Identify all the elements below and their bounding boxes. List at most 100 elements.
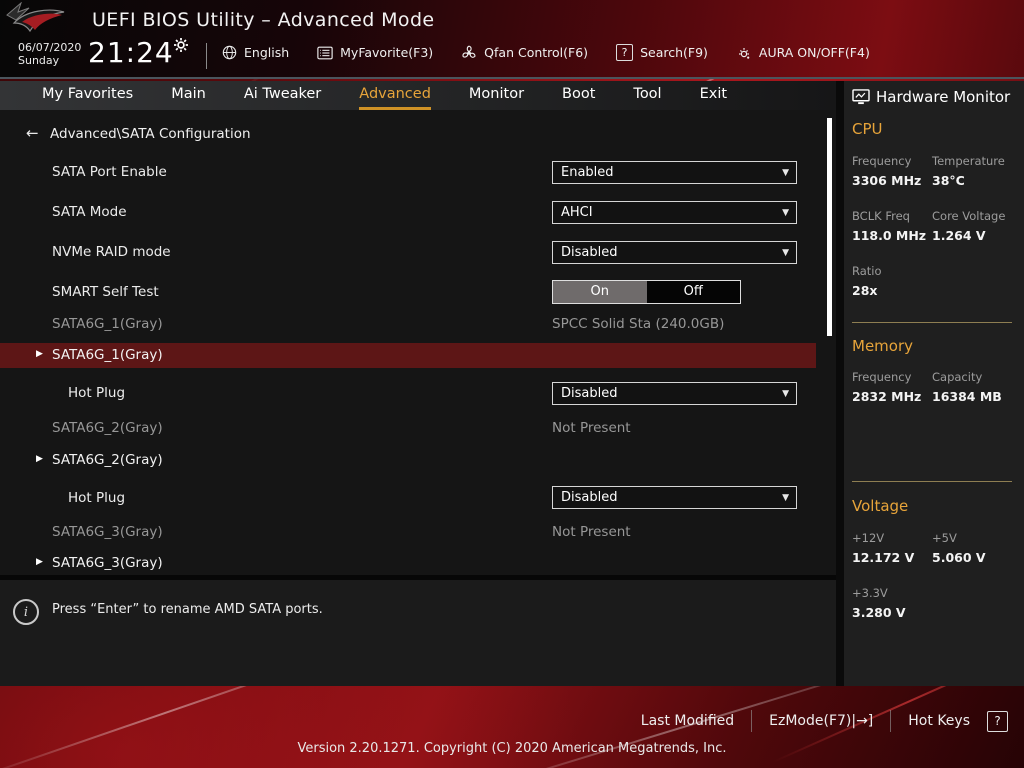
metric-label: Frequency xyxy=(852,154,912,168)
metric-value: 2832 MHz xyxy=(852,389,922,404)
hardware-monitor-title: Hardware Monitor xyxy=(876,88,1011,106)
drive-label-sata6g1: SATA6G_1(Gray) xyxy=(52,316,163,332)
metric-label: Capacity xyxy=(932,370,983,384)
metric-value: 3306 MHz xyxy=(852,173,922,188)
metric-label: Ratio xyxy=(852,264,882,278)
dropdown-value: AHCI xyxy=(561,205,593,220)
search-button[interactable]: ? Search(F9) xyxy=(616,44,708,61)
metric-values: 2832 MHz 16384 MB xyxy=(852,389,1020,404)
toggle-option-off[interactable]: Off xyxy=(647,281,741,303)
main-menu-bar: My Favorites Main Ai Tweaker Advanced Mo… xyxy=(0,81,836,110)
metric-label: Temperature xyxy=(932,154,1005,168)
tab-exit[interactable]: Exit xyxy=(700,81,727,110)
app-title: UEFI BIOS Utility – Advanced Mode xyxy=(92,9,435,31)
metric-value: 38°C xyxy=(932,173,965,188)
metric-value: 28x xyxy=(852,283,878,298)
search-label: Search(F9) xyxy=(640,45,708,60)
rog-logo xyxy=(6,2,68,38)
monitor-icon xyxy=(852,89,870,105)
aura-lamp-icon xyxy=(736,45,752,61)
tab-main[interactable]: Main xyxy=(171,81,206,110)
metric-values: 28x xyxy=(852,283,1020,298)
settings-panel: ← Advanced\SATA Configuration SATA Port … xyxy=(0,110,836,575)
language-label: English xyxy=(244,45,290,60)
qfan-control-button[interactable]: Qfan Control(F6) xyxy=(461,45,588,61)
dropdown-hot-plug-2[interactable]: Disabled ▼ xyxy=(552,486,797,509)
footer-divider xyxy=(890,710,892,732)
myfavorite-button[interactable]: MyFavorite(F3) xyxy=(317,45,433,60)
tab-advanced[interactable]: Advanced xyxy=(359,81,431,110)
back-arrow-icon[interactable]: ← xyxy=(26,124,39,142)
clock-settings-gear-icon[interactable] xyxy=(174,38,188,52)
section-divider xyxy=(852,481,1012,482)
toggle-smart-self-test[interactable]: On Off xyxy=(552,280,741,304)
section-title-voltage: Voltage xyxy=(852,497,909,515)
aura-button[interactable]: AURA ON/OFF(F4) xyxy=(736,45,870,61)
dropdown-hot-plug-1[interactable]: Disabled ▼ xyxy=(552,382,797,405)
panel-gap xyxy=(836,81,844,686)
globe-icon xyxy=(222,45,237,60)
list-item-label: SATA6G_2(Gray) xyxy=(52,452,163,468)
list-item-sata6g3[interactable]: ▶ SATA6G_3(Gray) xyxy=(0,551,816,576)
section-title-memory: Memory xyxy=(852,337,914,355)
header-menu: English MyFavorite(F3) Qfan Control(F6) … xyxy=(222,44,870,61)
list-item-sata6g1[interactable]: ▶ SATA6G_1(Gray) xyxy=(0,343,816,368)
metric-label: +3.3V xyxy=(852,586,888,600)
list-item-sata6g2[interactable]: ▶ SATA6G_2(Gray) xyxy=(0,448,816,473)
drive-value-sata6g3: Not Present xyxy=(552,524,631,540)
metric-values: 118.0 MHz 1.264 V xyxy=(852,228,1020,243)
date-value: 06/07/2020 xyxy=(18,41,82,54)
dropdown-value: Enabled xyxy=(561,165,614,180)
metric-labels: Ratio xyxy=(852,264,1020,278)
hardware-monitor-header: Hardware Monitor xyxy=(852,88,1010,106)
ezmode-button[interactable]: EzMode(F7)|→] xyxy=(769,713,873,729)
metric-values: 3306 MHz 38°C xyxy=(852,173,1020,188)
setting-label-sata-mode: SATA Mode xyxy=(52,204,127,220)
drive-value-sata6g1: SPCC Solid Sta (240.0GB) xyxy=(552,316,725,332)
header-underline xyxy=(0,77,1024,79)
item-arrow-icon: ▶ xyxy=(36,557,43,567)
drive-value-sata6g2: Not Present xyxy=(552,420,631,436)
metric-value: 5.060 V xyxy=(932,550,986,565)
metric-label: BCLK Freq xyxy=(852,209,910,223)
item-arrow-icon: ▶ xyxy=(36,454,43,464)
section-title-cpu: CPU xyxy=(852,120,883,138)
help-panel: i Press “Enter” to rename AMD SATA ports… xyxy=(0,580,836,686)
metric-labels: Frequency Temperature xyxy=(852,154,1020,168)
hot-keys-button[interactable]: Hot Keys xyxy=(908,713,970,729)
drive-label-sata6g2: SATA6G_2(Gray) xyxy=(52,420,163,436)
metric-value: 3.280 V xyxy=(852,605,906,620)
aura-label: AURA ON/OFF(F4) xyxy=(758,45,870,60)
header-bar: UEFI BIOS Utility – Advanced Mode 06/07/… xyxy=(0,0,1024,77)
tab-ai-tweaker[interactable]: Ai Tweaker xyxy=(244,81,321,110)
dropdown-sata-mode[interactable]: AHCI ▼ xyxy=(552,201,797,224)
metric-value: 12.172 V xyxy=(852,550,915,565)
time-display: 21:24 xyxy=(88,36,174,69)
metric-value: 16384 MB xyxy=(932,389,1002,404)
header-divider xyxy=(206,43,207,69)
last-modified-button[interactable]: Last Modified xyxy=(641,713,734,729)
qfan-label: Qfan Control(F6) xyxy=(484,45,589,60)
myfavorite-label: MyFavorite(F3) xyxy=(340,45,434,60)
language-button[interactable]: English xyxy=(222,45,289,60)
hot-keys-help-icon[interactable]: ? xyxy=(987,710,1008,732)
info-icon: i xyxy=(13,599,39,625)
tab-monitor[interactable]: Monitor xyxy=(469,81,524,110)
toggle-option-on[interactable]: On xyxy=(553,281,647,303)
metric-label: +5V xyxy=(932,531,957,545)
scrollbar-thumb[interactable] xyxy=(827,118,832,336)
dropdown-sata-port-enable[interactable]: Enabled ▼ xyxy=(552,161,797,184)
chevron-down-icon: ▼ xyxy=(782,248,789,258)
version-text: Version 2.20.1271. Copyright (C) 2020 Am… xyxy=(297,741,727,756)
dropdown-nvme-raid-mode[interactable]: Disabled ▼ xyxy=(552,241,797,264)
dropdown-value: Disabled xyxy=(561,490,618,505)
drive-label-sata6g3: SATA6G_3(Gray) xyxy=(52,524,163,540)
tab-boot[interactable]: Boot xyxy=(562,81,595,110)
tab-tool[interactable]: Tool xyxy=(633,81,661,110)
bios-screen: UEFI BIOS Utility – Advanced Mode 06/07/… xyxy=(0,0,1024,768)
metric-labels: Frequency Capacity xyxy=(852,370,1020,384)
setting-label-hot-plug-1: Hot Plug xyxy=(68,385,126,401)
metric-value: 1.264 V xyxy=(932,228,986,243)
setting-label-sata-port-enable: SATA Port Enable xyxy=(52,164,167,180)
tab-my-favorites[interactable]: My Favorites xyxy=(42,81,133,110)
